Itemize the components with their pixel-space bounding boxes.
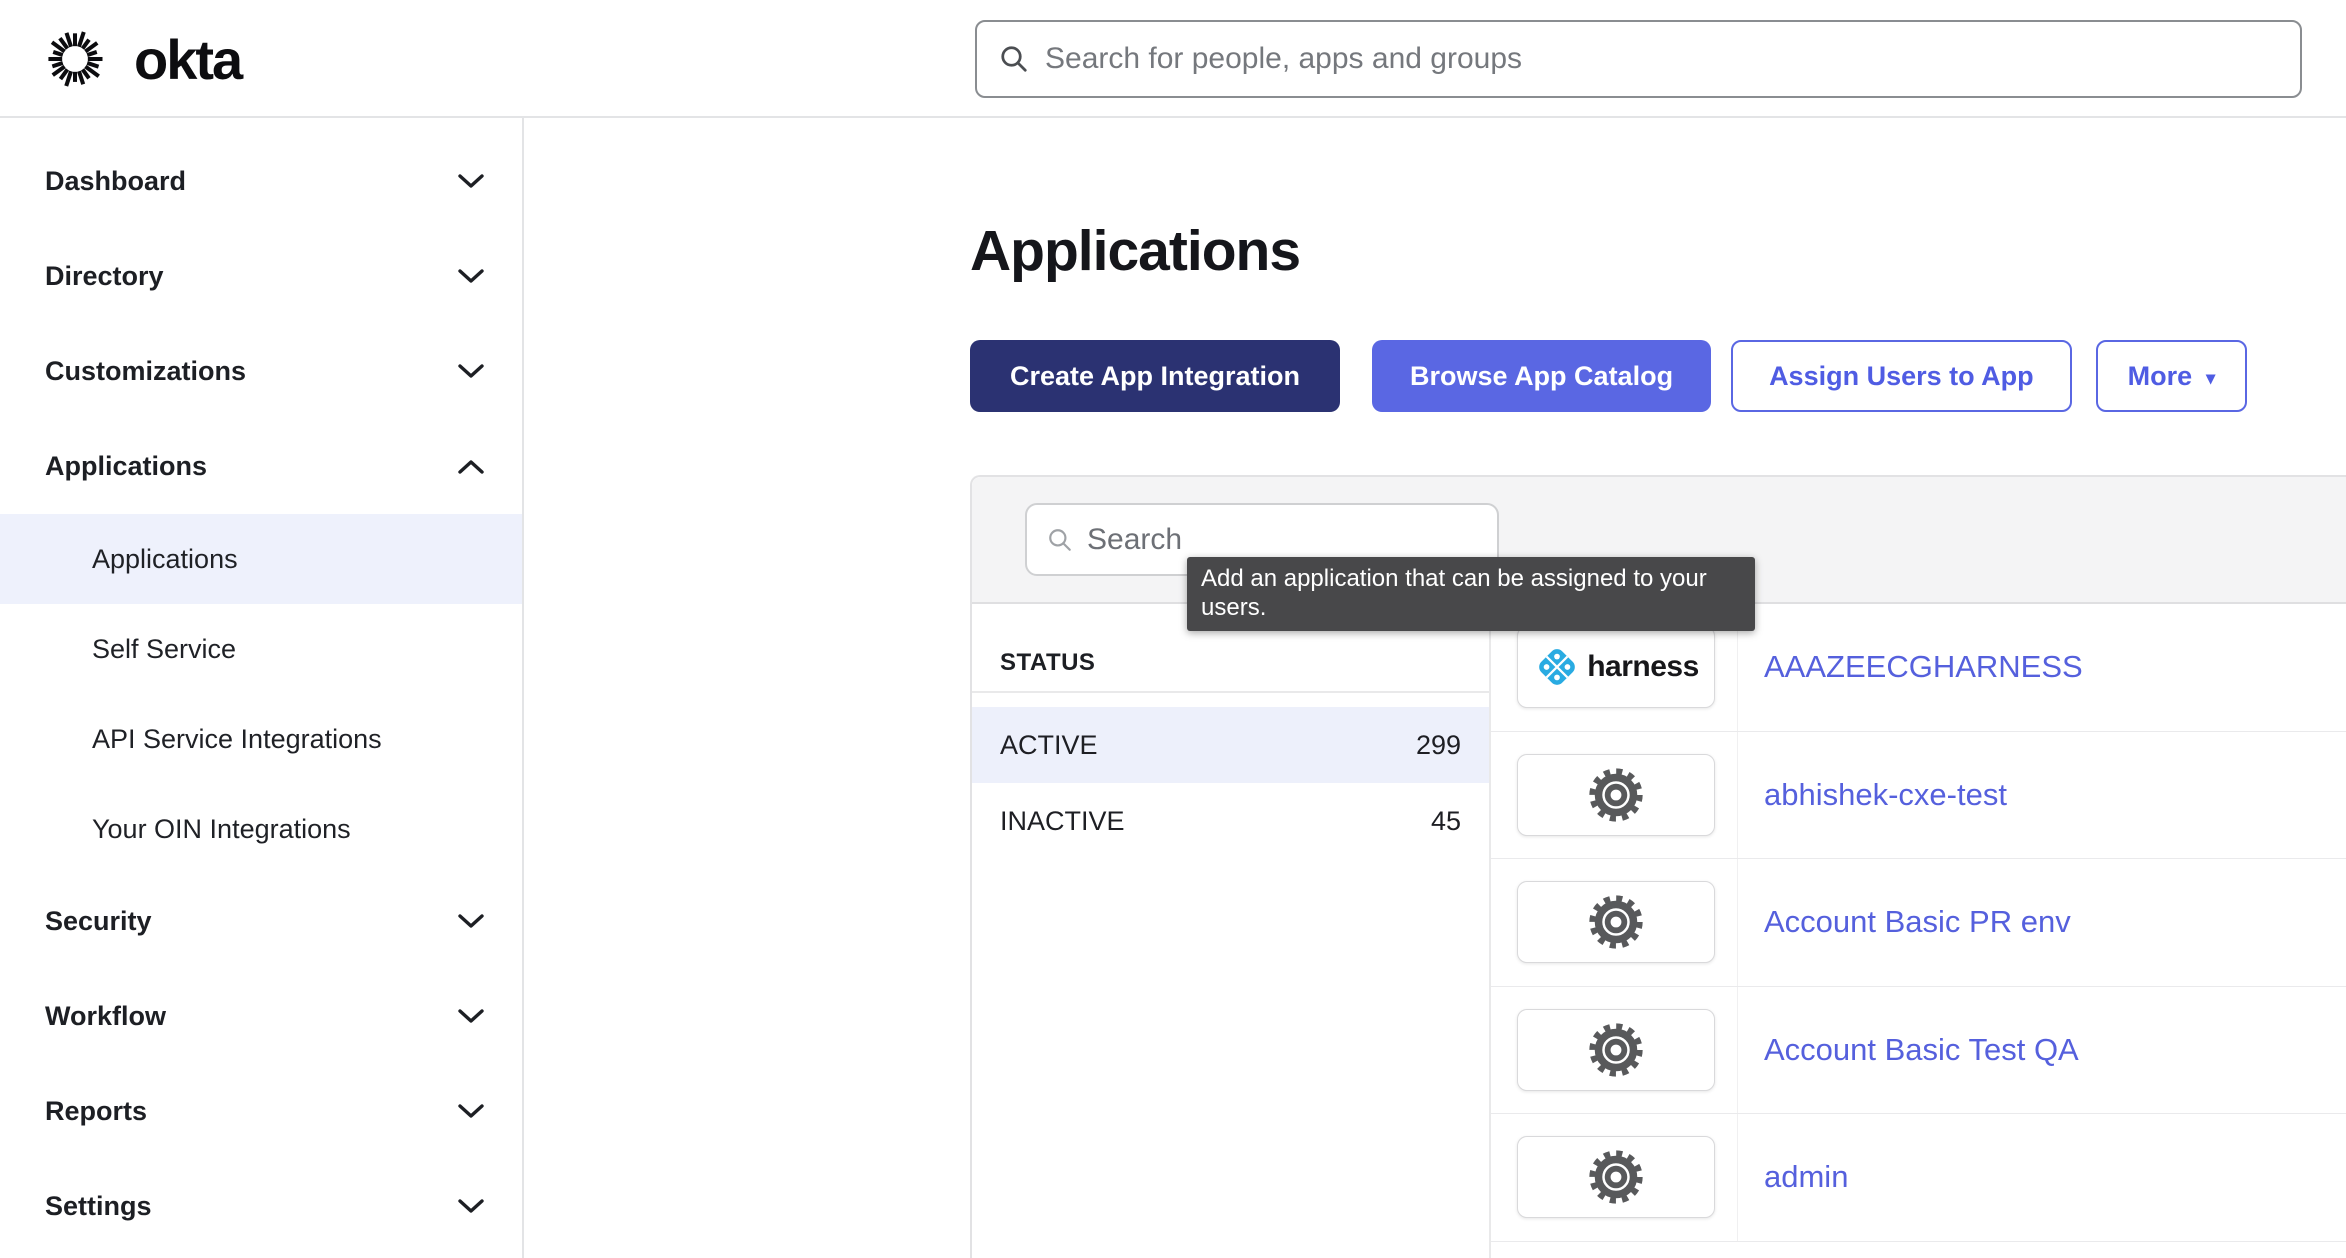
app-logo-tile: [1517, 1136, 1715, 1218]
create-app-integration-button[interactable]: Create App Integration: [970, 340, 1340, 412]
app-link[interactable]: AAAZEECGHARNESS: [1764, 649, 2083, 685]
okta-wordmark: okta: [134, 27, 241, 92]
sidebar-item-applications[interactable]: Applications: [0, 419, 522, 514]
chevron-down-icon: [458, 174, 484, 189]
gear-icon: [1586, 892, 1646, 952]
tooltip: Add an application that can be assigned …: [1187, 557, 1755, 631]
chevron-up-icon: [458, 459, 484, 474]
inactive-count: 45: [1431, 806, 1461, 837]
chevron-down-icon: [458, 914, 484, 929]
app-row: Account Basic PR env: [1491, 859, 2346, 987]
page-title: Applications: [970, 218, 1300, 284]
app-link[interactable]: Account Basic PR env: [1764, 904, 2071, 940]
gear-icon: [1586, 1147, 1646, 1207]
browse-app-catalog-button[interactable]: Browse App Catalog: [1372, 340, 1711, 412]
sidebar-subitem-applications[interactable]: Applications: [0, 514, 522, 604]
app-logo-tile: harness: [1517, 626, 1715, 708]
app-row: Account Basic Test QA: [1491, 987, 2346, 1115]
chevron-down-icon: [458, 364, 484, 379]
chevron-down-icon: [458, 1009, 484, 1024]
sidebar-subitem-your-oin-integrations[interactable]: Your OIN Integrations: [0, 784, 522, 874]
chevron-down-icon: [458, 269, 484, 284]
caret-down-icon: ▾: [2206, 368, 2215, 389]
status-filter-active[interactable]: ACTIVE 299: [972, 707, 1489, 783]
okta-logo[interactable]: okta: [42, 0, 241, 118]
status-filter-inactive[interactable]: INACTIVE 45: [972, 783, 1489, 859]
more-button[interactable]: More ▾: [2096, 340, 2248, 412]
okta-sunburst-icon: [42, 26, 108, 92]
app-logo-tile: [1517, 754, 1715, 836]
sidebar-item-settings[interactable]: Settings: [0, 1159, 522, 1254]
gear-icon: [1586, 765, 1646, 825]
app-link[interactable]: Account Basic Test QA: [1764, 1032, 2079, 1068]
sidebar-subitem-self-service[interactable]: Self Service: [0, 604, 522, 694]
assign-users-to-app-button[interactable]: Assign Users to App: [1731, 340, 2072, 412]
action-buttons: Create App Integration Browse App Catalo…: [970, 340, 2247, 412]
sidebar-subitem-api-service-integrations[interactable]: API Service Integrations: [0, 694, 522, 784]
sidebar: Dashboard Directory Customizations Appli…: [0, 118, 524, 1258]
sidebar-item-reports[interactable]: Reports: [0, 1064, 522, 1159]
harness-logo-icon: harness: [1533, 643, 1699, 691]
sidebar-item-customizations[interactable]: Customizations: [0, 324, 522, 419]
top-bar: okta: [0, 0, 2346, 118]
app-row: abhishek-cxe-test: [1491, 732, 2346, 860]
okta-admin-screen: okta Dashboard Directory Customizations: [0, 0, 2346, 1258]
gear-icon: [1586, 1020, 1646, 1080]
active-count: 299: [1416, 730, 1461, 761]
applications-panel-body: STATUS ACTIVE 299 INACTIVE 45: [972, 604, 2346, 1258]
status-filter: STATUS ACTIVE 299 INACTIVE 45: [972, 604, 1491, 1258]
applications-subnav: Applications Self Service API Service In…: [0, 514, 522, 874]
sidebar-item-directory[interactable]: Directory: [0, 229, 522, 324]
app-list-search-input[interactable]: [1087, 523, 1497, 557]
app-logo-tile: [1517, 881, 1715, 963]
sidebar-item-workflow[interactable]: Workflow: [0, 969, 522, 1064]
global-search[interactable]: [975, 20, 2302, 98]
chevron-down-icon: [458, 1199, 484, 1214]
chevron-down-icon: [458, 1104, 484, 1119]
search-icon: [1047, 527, 1073, 553]
app-list: harness AAAZEECGHARNESS: [1491, 604, 2346, 1258]
global-search-input[interactable]: [1045, 42, 2300, 76]
sidebar-item-security[interactable]: Security: [0, 874, 522, 969]
app-link[interactable]: admin: [1764, 1159, 1848, 1195]
app-row: admin: [1491, 1114, 2346, 1242]
search-icon: [999, 44, 1029, 74]
sidebar-item-dashboard[interactable]: Dashboard: [0, 134, 522, 229]
app-link[interactable]: abhishek-cxe-test: [1764, 777, 2007, 813]
app-logo-tile: [1517, 1009, 1715, 1091]
